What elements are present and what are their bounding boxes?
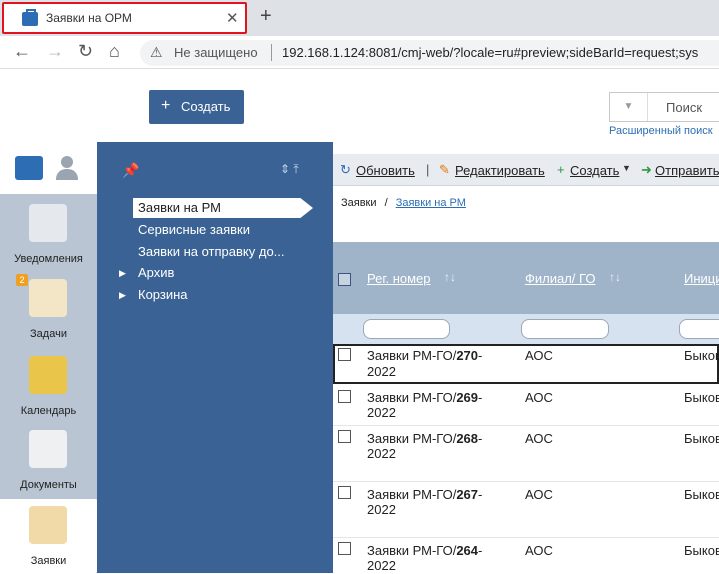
advanced-search-link[interactable]: Расширенный поиск — [609, 125, 713, 137]
browser-toolbar: ← → ↻ ⌂ ⚠ Не защищено 192.168.1.124:8081… — [0, 36, 719, 69]
initiator-cell: Быков — [684, 487, 719, 502]
breadcrumb-current[interactable]: Заявки на РМ — [396, 197, 466, 209]
megaphone-icon — [29, 204, 67, 242]
breadcrumb-separator: / — [384, 197, 388, 209]
forward-icon[interactable]: → — [46, 41, 64, 62]
rail-label: Документы — [20, 479, 77, 491]
address-separator — [271, 44, 272, 61]
search-dropdown-icon[interactable]: ▼ — [610, 93, 648, 121]
rail-item-documents[interactable]: Документы — [0, 424, 97, 498]
reg-number-year: 2022 — [367, 558, 396, 573]
folder-item-send-requests[interactable]: Заявки на отправку до... — [138, 244, 285, 259]
url-text: 192.168.1.124:8081/cmj-web/?locale=ru#pr… — [282, 45, 699, 60]
refresh-button[interactable]: Обновить — [356, 163, 415, 178]
warning-icon: ⚠ — [150, 44, 163, 60]
folder-item-archive[interactable]: Архив — [138, 265, 174, 280]
breadcrumb: Заявки / Заявки на РМ — [341, 197, 466, 209]
plus-icon: + — [161, 97, 171, 114]
branch-cell: АОС — [525, 543, 553, 558]
browser-tab[interactable]: Заявки на ОРМ ✕ — [2, 2, 247, 34]
initiator-cell: Быков — [684, 390, 719, 405]
create-menu-button[interactable]: Создать — [570, 163, 619, 178]
branch-cell: АОС — [525, 348, 553, 363]
reg-number-cell: Заявки РМ-ГО/267- — [367, 487, 483, 502]
reg-number-filter-input[interactable] — [363, 319, 450, 339]
reg-number-year: 2022 — [367, 502, 396, 517]
user-settings-icon[interactable] — [55, 156, 79, 182]
reg-number-cell: Заявки РМ-ГО/264- — [367, 543, 483, 558]
branch-cell: АОС — [525, 390, 553, 405]
branch-cell: АОС — [525, 487, 553, 502]
reg-number-cell: Заявки РМ-ГО/268- — [367, 431, 483, 446]
close-tab-icon[interactable]: ✕ — [226, 9, 239, 27]
send-button[interactable]: Отправить — [655, 163, 719, 178]
edit-button[interactable]: Редактировать — [455, 163, 545, 178]
row-checkbox[interactable] — [338, 430, 351, 443]
plus-icon: + — [557, 162, 565, 177]
new-tab-button[interactable]: + — [260, 5, 272, 28]
search-button[interactable]: Поиск — [666, 100, 702, 115]
branch-filter-input[interactable] — [521, 319, 609, 339]
calendar-icon — [29, 356, 67, 394]
initiator-cell: Быков — [684, 431, 719, 446]
row-checkbox[interactable] — [338, 390, 351, 403]
toolbar-separator: | — [426, 162, 430, 177]
refresh-icon: ↻ — [340, 162, 351, 177]
column-header-branch[interactable]: Филиал/ ГО — [525, 271, 595, 286]
breadcrumb-root: Заявки — [341, 197, 377, 209]
tab-title: Заявки на ОРМ — [46, 11, 132, 25]
back-icon[interactable]: ← — [13, 41, 31, 62]
rail-label: Заявки — [30, 555, 67, 567]
expand-arrow-icon[interactable]: ▶ — [119, 290, 126, 301]
documents-icon — [29, 430, 67, 468]
column-header-reg-number[interactable]: Рег. номер — [367, 271, 431, 286]
rail-item-requests[interactable]: Заявки — [0, 500, 97, 574]
reload-icon[interactable]: ↻ — [78, 41, 93, 62]
rail-item-notifications[interactable]: Уведомления — [0, 198, 97, 272]
pencil-icon: ✎ — [439, 162, 450, 177]
security-label: Не защищено — [174, 45, 258, 60]
briefcase-icon — [22, 9, 38, 26]
chevron-down-icon[interactable]: ▼ — [622, 163, 631, 173]
row-checkbox[interactable] — [338, 486, 351, 499]
browser-tab-strip: Заявки на ОРМ ✕ + — [0, 0, 719, 36]
sort-icon[interactable]: ↑↓ — [444, 270, 456, 284]
tasks-icon — [29, 279, 67, 317]
send-arrow-icon: ➜ — [641, 162, 652, 177]
reg-number-year: 2022 — [367, 446, 396, 461]
reg-number-year: 2022 — [367, 364, 396, 379]
folder-item-service-requests[interactable]: Сервисные заявки — [138, 222, 250, 237]
create-button[interactable]: + Создать — [149, 90, 244, 124]
folder-item-trash[interactable]: Корзина — [138, 287, 188, 302]
reg-number-year: 2022 — [367, 405, 396, 420]
rail-label: Календарь — [20, 405, 77, 417]
column-header-initiator[interactable]: Иници — [684, 271, 719, 286]
row-checkbox[interactable] — [338, 348, 351, 361]
requests-icon — [29, 506, 67, 544]
collapse-expand-icon[interactable]: ⇕ ⤒ — [280, 162, 299, 177]
initiator-cell: Быков — [684, 348, 719, 363]
initiator-filter-input[interactable] — [679, 319, 719, 339]
branch-cell: АОС — [525, 431, 553, 446]
search-box[interactable]: ▼ Поиск — [609, 92, 719, 122]
rail-item-calendar[interactable]: Календарь — [0, 350, 97, 424]
address-bar[interactable]: ⚠ Не защищено 192.168.1.124:8081/cmj-web… — [140, 40, 719, 66]
briefcase-icon[interactable] — [15, 156, 43, 180]
select-all-checkbox[interactable] — [338, 273, 351, 286]
reg-number-cell: Заявки РМ-ГО/270- — [367, 348, 483, 363]
reg-number-cell: Заявки РМ-ГО/269- — [367, 390, 483, 405]
sort-icon[interactable]: ↑↓ — [609, 270, 621, 284]
pin-icon[interactable]: 📌 — [122, 162, 139, 179]
initiator-cell: Быков — [684, 543, 719, 558]
expand-arrow-icon[interactable]: ▶ — [119, 268, 126, 279]
tasks-count-badge: 2 — [16, 274, 28, 286]
home-icon[interactable]: ⌂ — [109, 41, 120, 62]
rail-label: Уведомления — [14, 253, 83, 265]
rail-label: Задачи — [30, 328, 67, 340]
rail-item-tasks[interactable]: 2 Задачи — [0, 273, 97, 347]
create-button-label: Создать — [181, 99, 231, 114]
folder-item-rm-requests[interactable]: Заявки на РМ — [138, 200, 221, 215]
row-checkbox[interactable] — [338, 542, 351, 555]
